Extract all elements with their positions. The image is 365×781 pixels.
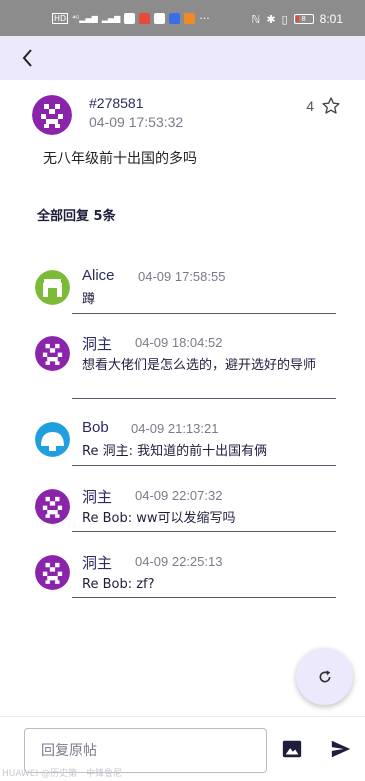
reply-text: 蹲 [82,292,96,307]
app-icon [124,13,136,24]
watermark: HUAWEI @历史第一中锋鲁尼 [2,769,123,779]
divider [72,398,336,399]
replies-header: 全部回复 5条 [37,209,116,224]
network-icon: ⁴ᴳ▂▄▆ [72,14,98,23]
avatar[interactable] [35,336,70,371]
refresh-button[interactable] [296,648,353,705]
reply-text: Re Bob: zf? [82,577,155,592]
post-time: 04-09 17:53:32 [89,114,184,130]
battery-icon: 8 [293,14,314,24]
status-left-icons: HD ⁴ᴳ▂▄▆ ▂▄▆ ··· [52,12,210,25]
avatar[interactable] [35,489,70,524]
send-icon[interactable] [329,738,353,760]
app-bar [0,36,365,80]
hd-icon: HD [52,13,69,24]
app-icon [169,13,181,24]
app-icon [154,13,166,24]
identicon-icon [35,270,70,305]
reply-author: Alice [82,267,115,284]
status-bar: HD ⁴ᴳ▂▄▆ ▂▄▆ ··· ℕ ✱ ▯ 8 8:01 [0,0,365,36]
reply-time: 04-09 22:25:13 [135,554,223,569]
like-count: 4 [306,98,314,114]
reply-time: 04-09 18:04:52 [135,335,223,350]
weibo-icon [139,13,151,24]
reply-author: 洞主 [82,489,113,506]
identicon-icon [35,489,70,524]
divider [72,313,336,314]
reply-author: 洞主 [82,555,113,572]
identicon-icon [32,95,72,135]
avatar[interactable] [32,95,72,135]
refresh-icon [319,669,330,682]
avatar[interactable] [35,422,70,457]
reply-text: Re 洞主: 我知道的前十出国有俩 [82,444,268,459]
avatar[interactable] [35,555,70,590]
battery-level: 8 [301,15,306,23]
divider [72,465,336,466]
avatar[interactable] [35,270,70,305]
reply-time: 04-09 17:58:55 [138,269,226,284]
identicon-icon [35,555,70,590]
divider [72,597,336,598]
post-body: 无八年级前十出国的多吗 [43,151,197,167]
nfc-icon: ℕ [251,12,261,26]
app-icon [184,13,196,24]
reply-author: Bob [82,419,109,436]
bluetooth-icon: ✱ [266,12,276,26]
identicon-icon [35,336,70,371]
status-right-icons: ℕ ✱ ▯ 8 8:01 [252,12,343,26]
back-arrow-icon[interactable] [16,46,40,70]
reply-time: 04-09 21:13:21 [131,421,219,436]
reply-text: Re Bob: ww可以发缩写吗 [82,511,236,526]
reply-author: 洞主 [82,336,113,353]
reply-text: 想看大佬们是怎么选的，避开选好的导师 [82,358,317,373]
status-time: 8:01 [319,12,343,26]
image-icon[interactable] [281,738,303,760]
post-id: #278581 [89,95,144,111]
divider [72,531,336,532]
more-icon: ··· [199,12,210,25]
signal-icon: ▂▄▆ [101,14,121,23]
reply-time: 04-09 22:07:32 [135,488,223,503]
identicon-icon [35,422,70,457]
vibrate-icon: ▯ [281,12,288,26]
star-outline-icon[interactable] [321,96,341,116]
